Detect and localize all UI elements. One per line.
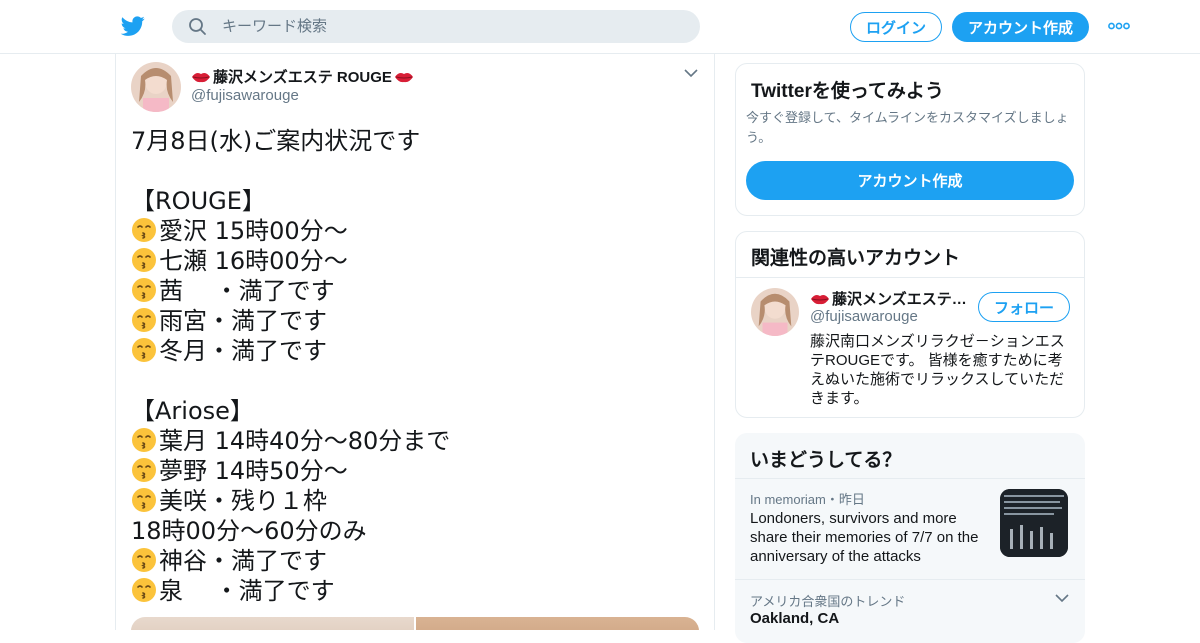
trend-thumbnail[interactable] [1000,489,1068,557]
trend-meta: アメリカ合衆国のトレンド [750,594,906,609]
kissing-face-emoji-icon [132,218,156,242]
trends-card: いまどうしてる？ In memoriam・昨日 Londoners, survi… [735,433,1085,643]
tweet-text-line: 泉 ・満了です [131,576,701,606]
tweet-media[interactable] [131,617,699,630]
kissing-face-emoji-icon [132,308,156,332]
top-navigation-bar: ログイン アカウント作成 [0,0,1200,54]
search-input[interactable] [222,10,682,43]
tweet-text-line: 葉月 14時40分～80分まで [131,426,701,456]
chevron-down-icon[interactable] [1055,593,1069,603]
tweet-author-handle[interactable]: @fujisawarouge [191,87,299,104]
chevron-down-icon[interactable] [684,68,698,78]
tweet-text-line-content: 愛沢 15時00分～ [159,217,348,245]
kissing-face-emoji-icon [132,488,156,512]
kissing-face-emoji-icon [132,248,156,272]
tweet-text-line [131,156,701,186]
related-accounts-card: 関連性の高いアカウント 藤沢メンズエステ… @fujisawarouge フォロ… [735,231,1085,418]
search-box[interactable] [172,10,700,43]
login-button[interactable]: ログイン [850,12,942,42]
tweet-text-line: 七瀬 16時00分～ [131,246,701,276]
tweet-text-line-content: 七瀬 16時00分～ [159,247,348,275]
search-icon [189,18,206,35]
tweet-media-image[interactable] [131,617,414,630]
follow-button[interactable]: フォロー [978,292,1070,322]
kissing-face-emoji-icon [132,278,156,302]
lips-emoji-icon [811,294,829,304]
tweet-text-line-content: 18時00分～60分のみ [131,517,367,545]
tweet-text-line: 神谷・満了です [131,546,701,576]
divider [735,579,1085,580]
avatar[interactable] [751,288,799,336]
twitter-bird-icon[interactable] [120,14,146,38]
more-dots-icon[interactable] [1108,18,1130,34]
signup-card: Twitterを使ってみよう 今すぐ登録して、タイムラインをカスタマイズしましょ… [735,63,1085,216]
kissing-face-emoji-icon [132,578,156,602]
tweet-text-line: 【Ariose】 [131,396,701,426]
divider [736,277,1084,278]
related-accounts-title: 関連性の高いアカウント [751,248,961,269]
tweet-text-line-content: 葉月 14時40分～80分まで [159,427,451,455]
signup-button[interactable]: アカウント作成 [952,12,1089,42]
related-account-handle[interactable]: @fujisawarouge [810,308,918,325]
related-account-name[interactable]: 藤沢メンズエステ… [810,288,970,309]
tweet-text-line: 夢野 14時50分～ [131,456,701,486]
tweet-text-line-content: 美咲・残り１枠 [159,487,327,515]
tweet-text-line: 雨宮・満了です [131,306,701,336]
tweet-text-line: 7月8日(水)ご案内状況です [131,126,701,156]
signup-card-button[interactable]: アカウント作成 [746,161,1074,200]
tweet-text-line: 茜 ・満了です [131,276,701,306]
tweet-text-line-content: 茜 ・満了です [159,277,335,305]
tweet-text-line-content: 【ROUGE】 [131,187,266,215]
tweet-media-image[interactable] [416,617,699,630]
tweet-text-line-content: 7月8日(水)ご案内状況です [131,127,421,155]
trends-title: いまどうしてる？ [750,450,902,471]
kissing-face-emoji-icon [132,548,156,572]
related-account-bio: 藤沢南口メンズリラクゼ－ションエステROUGEです。 皆様を癒すために考えぬいた… [810,333,1065,407]
tweet-text-line [131,366,701,396]
tweet-text-line: 【ROUGE】 [131,186,701,216]
tweet-text-line-content: 雨宮・満了です [159,307,327,335]
trend-meta: In memoriam・昨日 [750,492,865,507]
tweet-text-line-content: 泉 ・満了です [159,577,335,605]
tweet-text-line: 冬月・満了です [131,336,701,366]
tweet-text-line-content: 冬月・満了です [159,337,327,365]
signup-card-description: 今すぐ登録して、タイムラインをカスタマイズしましょう。 [746,110,1069,145]
tweet-text-line-content: 【Ariose】 [131,397,254,425]
lips-emoji-icon [394,72,413,82]
kissing-face-emoji-icon [132,338,156,362]
signup-card-title: Twitterを使ってみよう [751,81,944,102]
kissing-face-emoji-icon [132,428,156,452]
tweet-detail: 藤沢メンズエステ ROUGE @fujisawarouge 7月8日(水)ご案内… [115,54,715,630]
related-account-name-text: 藤沢メンズエステ… [832,291,967,308]
tweet-text-line-content: 夢野 14時50分～ [159,457,348,485]
trend-headline[interactable]: Londoners, survivors and more share thei… [750,509,990,566]
tweet-author-name[interactable]: 藤沢メンズエステ ROUGE [191,66,414,87]
trend-name[interactable]: Oakland, CA [750,610,839,627]
avatar[interactable] [131,62,181,112]
tweet-text-line: 愛沢 15時00分～ [131,216,701,246]
tweet-text: 7月8日(水)ご案内状況です 【ROUGE】 愛沢 15時00分～ 七瀬 16時00分… [131,126,701,606]
lips-emoji-icon [192,72,210,82]
tweet-text-line: 18時00分～60分のみ [131,516,701,546]
kissing-face-emoji-icon [132,458,156,482]
divider [735,478,1085,479]
tweet-author-name-text: 藤沢メンズエステ ROUGE [213,69,392,86]
tweet-text-line: 美咲・残り１枠 [131,486,701,516]
tweet-text-line-content: 神谷・満了です [159,547,327,575]
